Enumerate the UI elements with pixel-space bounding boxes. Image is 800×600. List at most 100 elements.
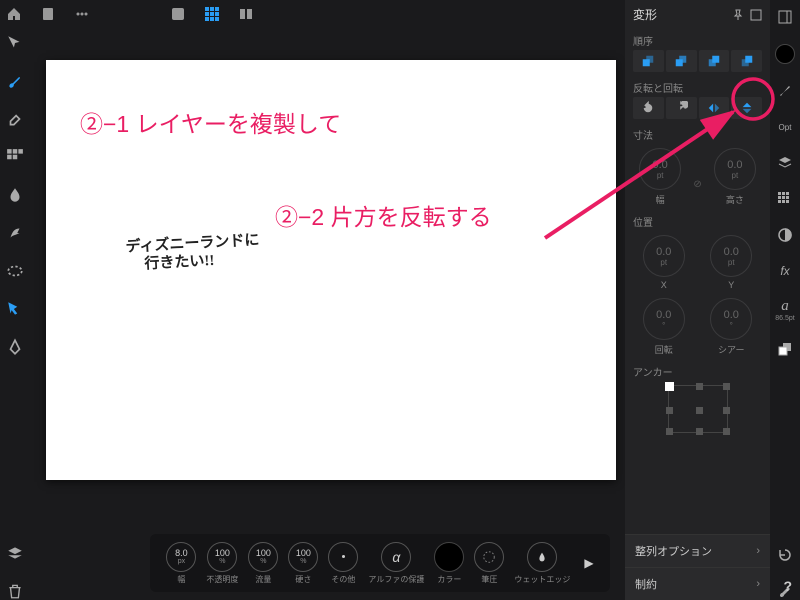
transform-panel: 変形 順序 反転と回転 寸法 0.0pt 幅 ⊘ 0.0pt 高さ 位置 bbox=[625, 0, 770, 600]
label: 幅 bbox=[177, 574, 185, 585]
layers-studio-icon[interactable] bbox=[776, 154, 794, 172]
flow-control[interactable]: 100% bbox=[248, 542, 278, 572]
y-input[interactable]: 0.0pt bbox=[710, 235, 752, 277]
clone-tool-icon[interactable] bbox=[6, 224, 24, 242]
size-readout[interactable]: Opt bbox=[776, 118, 794, 136]
transform-studio-icon[interactable] bbox=[776, 340, 794, 358]
brush-width-control[interactable]: 8.0px bbox=[166, 542, 196, 572]
section-order-label: 順序 bbox=[625, 29, 770, 50]
section-flip-label: 反転と回転 bbox=[625, 76, 770, 97]
history-studio-icon[interactable] bbox=[776, 546, 794, 564]
value: 0.0 bbox=[656, 246, 671, 258]
more-icon[interactable] bbox=[74, 6, 90, 22]
order-front-button[interactable] bbox=[731, 50, 762, 72]
trash-icon[interactable] bbox=[6, 582, 24, 600]
adjustments-studio-icon[interactable] bbox=[776, 226, 794, 244]
constraints-button[interactable]: 制約› bbox=[625, 567, 770, 600]
flip-horizontal-button[interactable] bbox=[699, 97, 730, 119]
unit: ° bbox=[730, 321, 733, 330]
brush-tool-icon[interactable] bbox=[6, 72, 24, 90]
export-persona-icon[interactable] bbox=[238, 6, 254, 22]
label: 筆圧 bbox=[481, 574, 497, 585]
left-toolbar bbox=[0, 28, 30, 600]
link-dims-icon[interactable]: ⊘ bbox=[693, 165, 701, 190]
label: 高さ bbox=[708, 193, 762, 206]
help-button[interactable]: ? bbox=[783, 578, 792, 594]
context-toolbar: 8.0px 幅 100% 不透明度 100% 流量 100% 硬さ その他 α … bbox=[150, 534, 610, 592]
order-backward-button[interactable] bbox=[666, 50, 697, 72]
value: 0.0 bbox=[724, 246, 739, 258]
smudge-tool-icon[interactable] bbox=[6, 186, 24, 204]
pressure-control[interactable] bbox=[474, 542, 504, 572]
label: 幅 bbox=[633, 193, 687, 206]
label: 整列オプション bbox=[635, 543, 712, 559]
opacity-control[interactable]: 100% bbox=[207, 542, 237, 572]
label: その他 bbox=[331, 574, 355, 585]
document-icon[interactable] bbox=[40, 6, 56, 22]
align-options-button[interactable]: 整列オプション › bbox=[625, 534, 770, 567]
value: 100 bbox=[215, 549, 230, 558]
rotate-ccw-button[interactable] bbox=[633, 97, 664, 119]
annotation-text-2: ②−2 片方を反転する bbox=[275, 198, 492, 232]
label: アルファの保護 bbox=[368, 574, 424, 585]
unit: px bbox=[178, 558, 185, 565]
label: Y bbox=[701, 280, 763, 290]
value: 0.0 bbox=[727, 159, 742, 171]
text-studio-icon[interactable]: a86.5pt bbox=[776, 298, 794, 322]
rotate-cw-button[interactable] bbox=[666, 97, 697, 119]
studio-sidebar: Opt fx a86.5pt bbox=[770, 0, 800, 600]
unit: % bbox=[219, 558, 225, 565]
unit: pt bbox=[732, 171, 739, 180]
order-back-button[interactable] bbox=[633, 50, 664, 72]
annotation-text-1: ②−1 レイヤーを複製して bbox=[80, 105, 341, 139]
alpha-symbol: α bbox=[392, 549, 400, 565]
label: 硬さ bbox=[295, 574, 311, 585]
anchor-selector[interactable] bbox=[668, 385, 728, 433]
marquee-tool-icon[interactable] bbox=[6, 300, 24, 318]
more-options-control[interactable] bbox=[328, 542, 358, 572]
layers-icon[interactable] bbox=[6, 544, 24, 562]
hardness-control[interactable]: 100% bbox=[288, 542, 318, 572]
order-forward-button[interactable] bbox=[699, 50, 730, 72]
color-swatch[interactable] bbox=[434, 542, 464, 572]
label: 不透明度 bbox=[206, 574, 238, 585]
persona-icon[interactable] bbox=[170, 6, 186, 22]
eraser-tool-icon[interactable] bbox=[6, 110, 24, 128]
x-input[interactable]: 0.0pt bbox=[643, 235, 685, 277]
chevron-right-icon: › bbox=[756, 578, 760, 590]
chevron-right-icon: › bbox=[756, 545, 760, 557]
width-input[interactable]: 0.0pt bbox=[639, 148, 681, 190]
label: 流量 bbox=[255, 574, 271, 585]
rotation-input[interactable]: 0.0° bbox=[643, 298, 685, 340]
section-pos-label: 位置 bbox=[625, 210, 770, 231]
value: 0.0 bbox=[653, 159, 668, 171]
collapse-studio-icon[interactable] bbox=[776, 8, 794, 26]
home-icon[interactable] bbox=[6, 6, 22, 22]
pixel-persona-icon[interactable] bbox=[204, 6, 220, 22]
expand-toolbar-icon[interactable]: ▶ bbox=[584, 556, 593, 570]
value: 8.0 bbox=[175, 549, 188, 558]
shear-input[interactable]: 0.0° bbox=[710, 298, 752, 340]
selection-tool-icon[interactable] bbox=[6, 262, 24, 280]
pin-panel-icon[interactable] bbox=[732, 9, 744, 21]
height-input[interactable]: 0.0pt bbox=[714, 148, 756, 190]
swatches-studio-icon[interactable] bbox=[776, 190, 794, 208]
panel-title: 変形 bbox=[633, 6, 657, 23]
section-anchor-label: アンカー bbox=[625, 360, 770, 381]
effects-studio-icon[interactable]: fx bbox=[776, 262, 794, 280]
move-tool-icon[interactable] bbox=[6, 34, 24, 52]
label: 回転 bbox=[633, 343, 695, 356]
wet-edge-control[interactable] bbox=[527, 542, 557, 572]
flip-vertical-button[interactable] bbox=[731, 97, 762, 119]
value: 0.0 bbox=[724, 309, 739, 321]
expand-panel-icon[interactable] bbox=[750, 9, 762, 21]
section-dims-label: 寸法 bbox=[625, 123, 770, 144]
fill-tool-icon[interactable] bbox=[6, 148, 24, 166]
brush-studio-icon[interactable] bbox=[776, 82, 794, 100]
value: 0.0 bbox=[656, 309, 671, 321]
unit: % bbox=[260, 558, 266, 565]
color-studio-icon[interactable] bbox=[775, 44, 795, 64]
protect-alpha-control[interactable]: α bbox=[381, 542, 411, 572]
pen-tool-icon[interactable] bbox=[6, 338, 24, 356]
label: ウェットエッジ bbox=[514, 574, 570, 585]
